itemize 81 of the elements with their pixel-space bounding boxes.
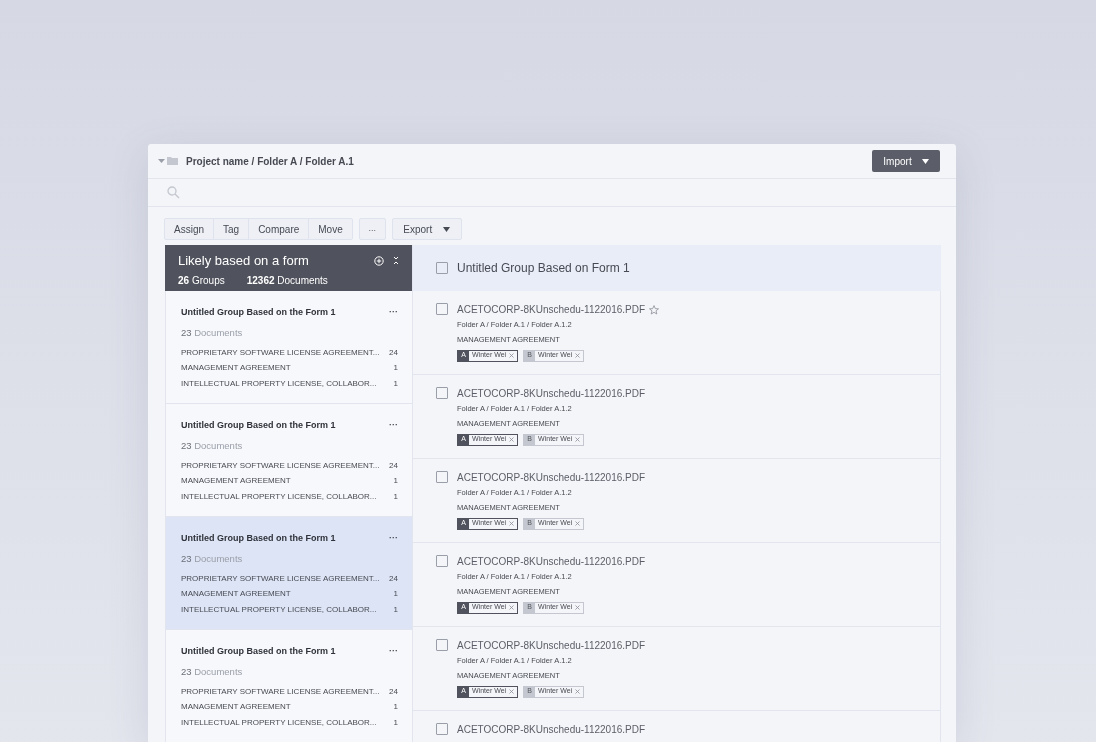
star-icon[interactable] — [649, 304, 660, 315]
group-title: Untitled Group Based on the Form 1 — [181, 306, 337, 319]
close-icon[interactable] — [509, 521, 515, 526]
caret-icon[interactable] — [158, 159, 165, 163]
checkbox[interactable] — [436, 639, 448, 651]
collapse-icon[interactable] — [393, 256, 399, 266]
caret-icon — [443, 226, 451, 232]
more-icon[interactable]: ··· — [389, 532, 398, 546]
document-type: INTELLECTUAL PROPERTY LICENSE, COLLABOR... — [181, 377, 378, 390]
document-type: MANAGEMENT AGREEMENT — [181, 701, 292, 713]
type-count: 1 — [393, 588, 398, 600]
file-name[interactable]: ACETOCORP-8KUnschedu-1122016.PDF — [457, 302, 646, 317]
group-card[interactable]: Untitled Group Based on the Form 1 ··· 23 Documents PROPRIETARY SOFTWARE LICENSE AGREEMENT... 24 MANAGEMENT AGREEMENT 1 INTELLECTUAL PROPERTY LICENSE, COLLABOR... 1 — [166, 517, 412, 630]
document-type: PROPRIETARY SOFTWARE LICENSE AGREEMENT... — [181, 685, 381, 698]
group-title: Untitled Group Based on Form 1 — [457, 260, 630, 277]
group-title: Untitled Group Based on the Form 1 — [181, 645, 337, 658]
type-count: 1 — [393, 377, 398, 390]
close-icon[interactable] — [509, 605, 515, 610]
document-type: PROPRIETARY SOFTWARE LICENSE AGREEMENT... — [181, 459, 381, 472]
toolbar-button[interactable]: Tag — [213, 219, 249, 239]
type-count: 24 — [389, 685, 398, 698]
close-icon[interactable] — [509, 437, 515, 442]
caret-icon — [921, 158, 929, 164]
close-icon[interactable] — [509, 689, 515, 694]
close-icon[interactable] — [575, 353, 581, 358]
document-count: 23 Documents — [181, 325, 244, 340]
checkbox[interactable] — [436, 723, 448, 735]
documents-count: 12362 Documents — [246, 273, 328, 288]
group-title: Untitled Group Based on the Form 1 — [181, 532, 337, 545]
checkbox[interactable] — [436, 303, 448, 315]
more-icon[interactable]: ··· — [389, 419, 398, 433]
document-row[interactable]: ACETOCORP-8KUnschedu-1122016.PDF — [413, 711, 941, 742]
document-type: INTELLECTUAL PROPERTY LICENSE, COLLABOR... — [181, 716, 378, 729]
type-count: 24 — [389, 346, 398, 359]
document-type: INTELLECTUAL PROPERTY LICENSE, COLLABOR... — [181, 490, 378, 503]
checkbox[interactable] — [436, 387, 448, 399]
group-title: Untitled Group Based on the Form 1 — [181, 419, 337, 432]
close-icon[interactable] — [575, 605, 581, 610]
document-type: PROPRIETARY SOFTWARE LICENSE AGREEMENT... — [181, 346, 381, 359]
panel-title: Likely based on a form — [178, 252, 310, 270]
type-count: 1 — [393, 701, 398, 713]
type-count: 1 — [393, 475, 398, 487]
close-icon[interactable] — [575, 521, 581, 526]
checkbox[interactable] — [436, 471, 448, 483]
type-count: 1 — [393, 490, 398, 503]
file-name[interactable]: ACETOCORP-8KUnschedu-1122016.PDF — [457, 554, 646, 569]
add-icon[interactable] — [374, 255, 384, 266]
file-name[interactable]: ACETOCORP-8KUnschedu-1122016.PDF — [457, 386, 646, 401]
toolbar-button[interactable]: Compare — [248, 219, 309, 239]
groups-count: 26 Groups — [178, 273, 225, 288]
document-type: PROPRIETARY SOFTWARE LICENSE AGREEMENT... — [181, 572, 381, 585]
import-button[interactable]: Import — [872, 150, 940, 172]
more-icon[interactable]: ··· — [389, 645, 398, 659]
type-count: 24 — [389, 459, 398, 472]
type-count: 1 — [393, 362, 398, 374]
breadcrumb: Project name / Folder A / Folder A.1 — [186, 154, 354, 169]
document-count: 23 Documents — [181, 664, 244, 679]
file-name[interactable]: ACETOCORP-8KUnschedu-1122016.PDF — [457, 470, 646, 485]
type-count: 1 — [393, 716, 398, 729]
toolbar-button[interactable]: Assign — [165, 219, 213, 239]
file-name[interactable]: ACETOCORP-8KUnschedu-1122016.PDF — [457, 722, 646, 737]
document-count: 23 Documents — [181, 438, 244, 453]
file-name[interactable]: ACETOCORP-8KUnschedu-1122016.PDF — [457, 638, 646, 653]
checkbox[interactable] — [436, 555, 448, 567]
document-type: MANAGEMENT AGREEMENT — [181, 588, 292, 600]
document-type: MANAGEMENT AGREEMENT — [181, 475, 292, 487]
more-button[interactable]: ... — [358, 218, 386, 240]
close-icon[interactable] — [575, 437, 581, 442]
search-icon[interactable] — [167, 186, 180, 199]
close-icon[interactable] — [575, 689, 581, 694]
more-icon[interactable]: ··· — [389, 306, 398, 320]
export-button[interactable]: Export — [391, 218, 462, 240]
document-type: INTELLECTUAL PROPERTY LICENSE, COLLABOR... — [181, 603, 378, 616]
document-count: 23 Documents — [181, 551, 244, 566]
checkbox[interactable] — [436, 262, 448, 274]
close-icon[interactable] — [509, 353, 515, 358]
document-type: MANAGEMENT AGREEMENT — [181, 362, 292, 374]
type-count: 24 — [389, 572, 398, 585]
type-count: 1 — [393, 603, 398, 616]
toolbar-button[interactable]: Move — [308, 219, 352, 239]
folder-icon — [167, 157, 178, 165]
